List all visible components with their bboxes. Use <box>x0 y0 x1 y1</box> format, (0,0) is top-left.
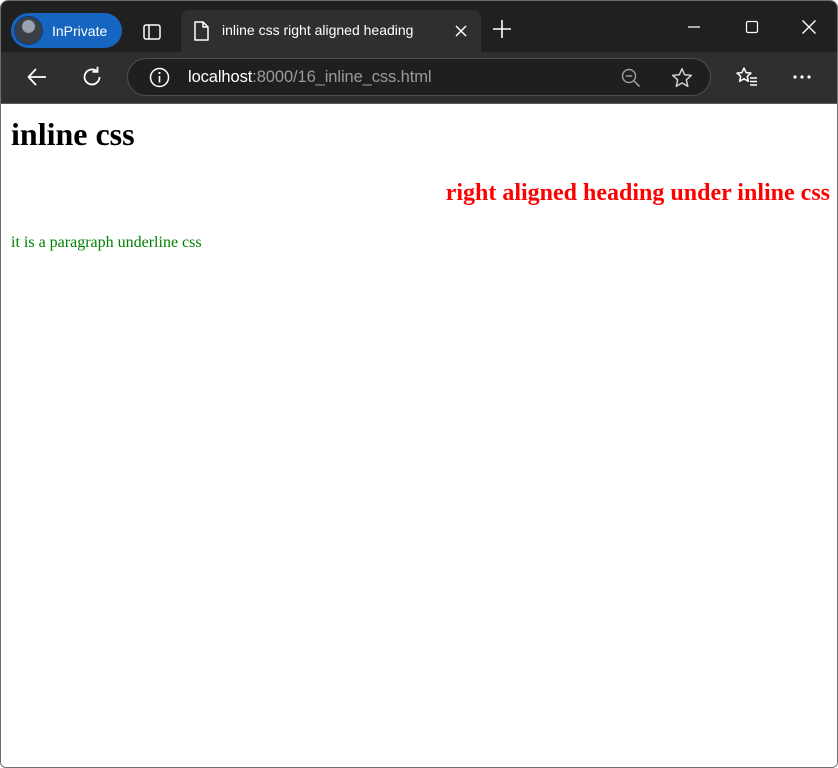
favorites-list-icon <box>736 67 757 86</box>
url-path: :8000/16_inline_css.html <box>252 68 432 86</box>
more-options-icon <box>793 75 811 79</box>
page-content: inline css right aligned heading under i… <box>1 104 837 767</box>
close-icon <box>802 20 816 34</box>
zoom-out-icon[interactable] <box>621 68 641 88</box>
back-button[interactable] <box>19 59 55 95</box>
page-heading: inline css <box>11 116 135 152</box>
navigation-toolbar: localhost:8000/16_inline_css.html <box>1 52 837 103</box>
refresh-button[interactable] <box>74 59 110 95</box>
right-aligned-heading: right aligned heading under inline css <box>445 180 830 206</box>
maximize-icon <box>745 20 759 34</box>
site-info-icon[interactable] <box>149 67 170 88</box>
inprivate-label: InPrivate <box>52 22 108 39</box>
url-host: localhost <box>188 68 253 86</box>
favorites-button[interactable] <box>729 59 765 95</box>
close-tab-icon[interactable] <box>453 23 469 39</box>
more-options-button[interactable] <box>784 59 820 95</box>
tab-title: inline css right aligned heading <box>222 22 414 38</box>
back-arrow-icon <box>27 68 46 86</box>
inprivate-profile-button[interactable]: InPrivate <box>11 13 122 48</box>
close-window-button[interactable] <box>786 11 832 43</box>
page-document-icon <box>194 21 209 41</box>
maximize-button[interactable] <box>729 11 775 43</box>
new-tab-icon[interactable] <box>490 17 514 41</box>
paragraph: it is a paragraph underline css <box>11 234 202 251</box>
minimize-button[interactable] <box>671 11 717 43</box>
browser-window: InPrivate inline css right aligned headi… <box>0 0 838 768</box>
avatar <box>14 16 43 45</box>
refresh-icon <box>83 66 101 86</box>
favorite-star-icon[interactable] <box>671 67 693 89</box>
tab-strip: InPrivate inline css right aligned headi… <box>1 1 837 52</box>
tab-active[interactable]: inline css right aligned heading <box>181 10 481 52</box>
address-bar[interactable]: localhost:8000/16_inline_css.html <box>127 58 711 96</box>
tab-actions-button[interactable] <box>138 18 166 46</box>
url-text[interactable]: localhost:8000/16_inline_css.html <box>188 68 432 87</box>
minimize-icon <box>688 26 700 28</box>
tab-actions-icon <box>143 24 161 40</box>
